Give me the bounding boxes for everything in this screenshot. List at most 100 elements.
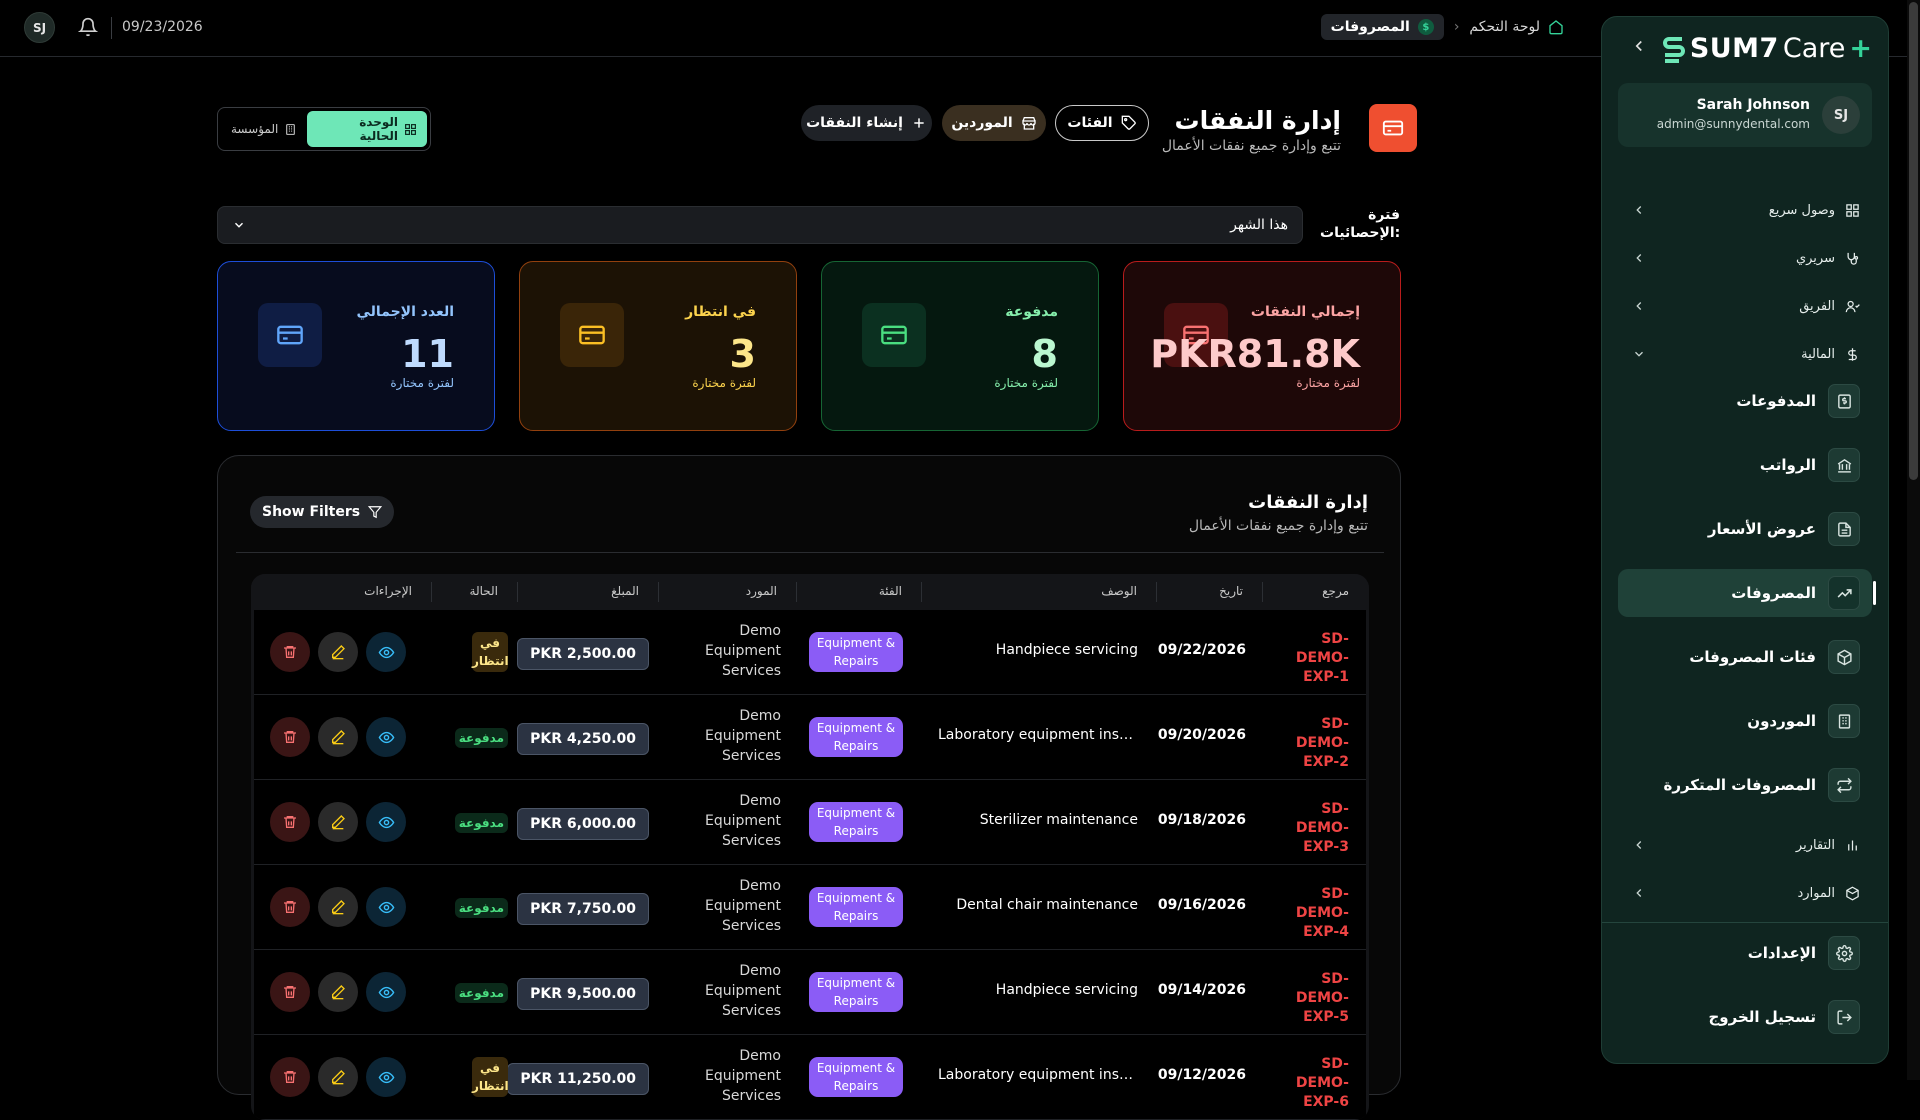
- view-button[interactable]: [366, 887, 406, 927]
- expense-reference[interactable]: SD-DEMO-EXP-1: [1269, 630, 1349, 687]
- view-button[interactable]: [366, 972, 406, 1012]
- view-button[interactable]: [366, 1057, 406, 1097]
- expense-reference[interactable]: SD-DEMO-EXP-3: [1269, 800, 1349, 857]
- sidebar-item-recurring-expenses[interactable]: المصروفات المتكررة: [1618, 761, 1872, 809]
- stethoscope-icon: [1845, 251, 1860, 266]
- expense-reference[interactable]: SD-DEMO-EXP-5: [1269, 970, 1349, 1027]
- category-badge: Equipment & Repairs: [809, 802, 903, 842]
- view-button[interactable]: [366, 717, 406, 757]
- table-row[interactable]: SD-DEMO-EXP-4 09/16/2026 Dental chair ma…: [254, 865, 1366, 950]
- status-badge: مدفوعة: [454, 898, 508, 918]
- row-actions: [270, 717, 406, 757]
- edit-button[interactable]: [318, 802, 358, 842]
- delete-button[interactable]: [270, 717, 310, 757]
- sidebar-item-expenses[interactable]: المصروفات: [1618, 569, 1876, 617]
- sidebar-item-quotes[interactable]: عروض الأسعار: [1618, 505, 1872, 553]
- edit-button[interactable]: [318, 717, 358, 757]
- logout-icon: [1828, 1000, 1860, 1034]
- breadcrumb-current: $ المصروفات: [1320, 14, 1444, 40]
- home-icon: [1548, 19, 1564, 35]
- status-badge: مدفوعة: [454, 728, 508, 748]
- stats-period-value: هذا الشهر: [1230, 217, 1288, 233]
- column-header-date[interactable]: تاريخ: [1219, 584, 1243, 598]
- column-header-supplier[interactable]: المورد: [746, 584, 777, 598]
- sidebar-item-payments[interactable]: المدفوعات: [1618, 377, 1872, 425]
- user-avatar[interactable]: SJ: [24, 12, 55, 43]
- current-date: 09/23/2026: [122, 19, 203, 35]
- page-scrollbar[interactable]: [1907, 0, 1920, 1080]
- sidebar-item-salaries[interactable]: الرواتب: [1618, 441, 1872, 489]
- categories-button[interactable]: الفئات: [1055, 105, 1149, 141]
- sidebar-group-resources[interactable]: الموارد: [1618, 878, 1872, 908]
- view-button[interactable]: [366, 632, 406, 672]
- scope-organization[interactable]: المؤسسة: [221, 111, 307, 147]
- sidebar-group-label: وصول سريع: [1768, 202, 1835, 218]
- divider: [796, 582, 797, 602]
- column-header-category[interactable]: الفئة: [879, 584, 902, 598]
- expense-description: Handpiece servicing: [995, 642, 1138, 658]
- user-card[interactable]: SJ Sarah Johnson admin@sunnydental.com: [1618, 83, 1872, 147]
- delete-button[interactable]: [270, 802, 310, 842]
- edit-button[interactable]: [318, 887, 358, 927]
- expense-reference[interactable]: SD-DEMO-EXP-4: [1269, 885, 1349, 942]
- table-row[interactable]: SD-DEMO-EXP-6 09/12/2026 Laboratory equi…: [254, 1035, 1366, 1120]
- table-row[interactable]: SD-DEMO-EXP-5 09/14/2026 Handpiece servi…: [254, 950, 1366, 1035]
- delete-button[interactable]: [270, 632, 310, 672]
- table-row[interactable]: SD-DEMO-EXP-2 09/20/2026 Laboratory equi…: [254, 695, 1366, 780]
- delete-button[interactable]: [270, 972, 310, 1012]
- column-header-amount[interactable]: المبلغ: [611, 584, 639, 598]
- eye-icon: [378, 899, 395, 916]
- sidebar-item-expense-categories[interactable]: فئات المصروفات: [1618, 633, 1872, 681]
- stats-period-select[interactable]: هذا الشهر: [217, 206, 1303, 244]
- create-expense-button[interactable]: إنشاء النفقات: [801, 105, 932, 141]
- document-icon: [1828, 512, 1860, 546]
- edit-button[interactable]: [318, 632, 358, 672]
- sidebar-group-clinical[interactable]: سريري: [1618, 243, 1872, 273]
- expense-reference[interactable]: SD-DEMO-EXP-2: [1269, 715, 1349, 772]
- sidebar: SUM7 Care + SJ Sarah Johnson admin@sunny…: [1601, 16, 1889, 1064]
- user-email: admin@sunnydental.com: [1656, 117, 1810, 131]
- status-badge: في انتظار: [472, 1057, 509, 1097]
- show-filters-button[interactable]: Show Filters: [250, 496, 395, 528]
- suppliers-button[interactable]: الموردين: [942, 105, 1046, 141]
- pencil-icon: [330, 984, 346, 1000]
- sidebar-item-label: فئات المصروفات: [1689, 648, 1816, 666]
- scope-current-unit[interactable]: الوحدة الحالية: [307, 111, 427, 147]
- show-filters-label: Show Filters: [262, 504, 361, 520]
- edit-button[interactable]: [318, 1057, 358, 1097]
- panel-title: إدارة النفقات: [1248, 492, 1368, 513]
- tag-icon: [1121, 115, 1137, 131]
- sidebar-item-settings[interactable]: الإعدادات: [1618, 929, 1872, 977]
- sidebar-group-team[interactable]: الفريق: [1618, 291, 1872, 321]
- sidebar-group-finance[interactable]: المالية: [1618, 339, 1872, 369]
- view-button[interactable]: [366, 802, 406, 842]
- sidebar-item-logout[interactable]: تسجيل الخروج: [1618, 993, 1872, 1041]
- table-row[interactable]: SD-DEMO-EXP-3 09/18/2026 Sterilizer main…: [254, 780, 1366, 865]
- delete-button[interactable]: [270, 1057, 310, 1097]
- delete-button[interactable]: [270, 887, 310, 927]
- sidebar-item-label: تسجيل الخروج: [1708, 1008, 1817, 1026]
- sidebar-item-suppliers[interactable]: الموردون: [1618, 697, 1872, 745]
- column-header-status[interactable]: الحالة: [470, 584, 498, 598]
- expense-amount: PKR 2,500.00: [517, 638, 649, 670]
- sidebar-group-quick-access[interactable]: وصول سريع: [1618, 195, 1872, 225]
- breadcrumb-home[interactable]: لوحة التحكم: [1469, 19, 1564, 35]
- divider: [1156, 582, 1157, 602]
- column-header-reference[interactable]: مرجع: [1322, 584, 1349, 598]
- column-header-description[interactable]: الوصف: [1101, 584, 1137, 598]
- collapse-sidebar-icon[interactable]: [1630, 37, 1648, 55]
- table-row[interactable]: SD-DEMO-EXP-1 09/22/2026 Handpiece servi…: [254, 610, 1366, 695]
- stat-title: مدفوعة: [1005, 304, 1058, 320]
- notifications-bell-icon[interactable]: [78, 17, 98, 37]
- category-badge: Equipment & Repairs: [809, 887, 903, 927]
- expense-supplier: Demo Equipment Services: [705, 963, 781, 1019]
- chevron-left-icon: [1632, 299, 1646, 313]
- sidebar-group-reports[interactable]: التقارير: [1618, 830, 1872, 860]
- edit-button[interactable]: [318, 972, 358, 1012]
- scrollbar-thumb[interactable]: [1909, 2, 1918, 480]
- sidebar-item-label: الموردون: [1747, 712, 1816, 730]
- expense-reference[interactable]: SD-DEMO-EXP-6: [1269, 1055, 1349, 1112]
- pencil-icon: [330, 899, 346, 915]
- stat-subtitle: لفترة مختارة: [994, 376, 1058, 390]
- brand-name: SUM7: [1689, 33, 1779, 64]
